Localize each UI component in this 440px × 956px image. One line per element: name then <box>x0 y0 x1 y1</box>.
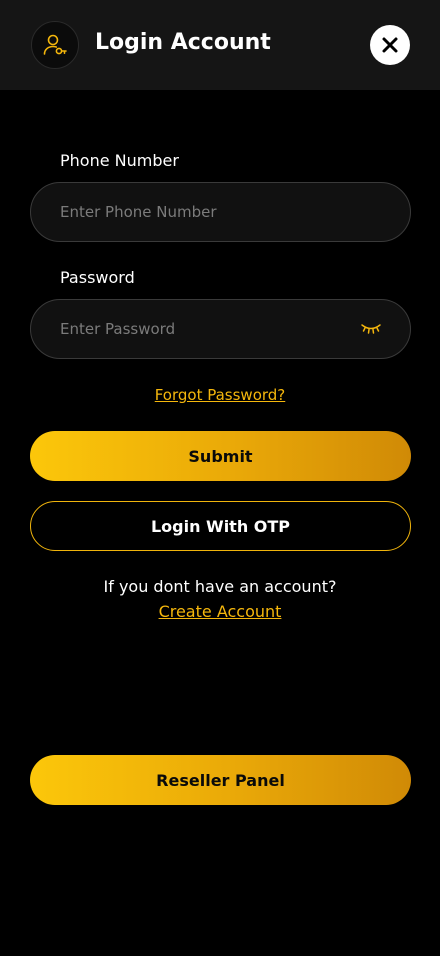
submit-button[interactable]: Submit <box>30 431 411 481</box>
signup-prompt-text: If you dont have an account? <box>103 577 337 596</box>
forgot-password-link[interactable]: Forgot Password? <box>0 384 440 406</box>
header-bar: Login Account <box>0 0 440 90</box>
close-icon <box>382 37 398 53</box>
password-visibility-toggle[interactable] <box>360 319 382 339</box>
phone-number-field-wrapper <box>30 182 411 242</box>
close-button[interactable] <box>370 25 410 65</box>
phone-number-input[interactable] <box>60 183 360 241</box>
password-label: Password <box>60 268 135 287</box>
eye-closed-icon <box>361 324 381 334</box>
phone-number-label: Phone Number <box>60 151 179 170</box>
create-account-link[interactable]: Create Account <box>0 601 440 623</box>
page-title: Login Account <box>95 30 271 55</box>
password-field-wrapper <box>30 299 411 359</box>
login-with-otp-button[interactable]: Login With OTP <box>30 501 411 551</box>
reseller-panel-button[interactable]: Reseller Panel <box>30 755 411 805</box>
password-input[interactable] <box>60 300 360 358</box>
user-key-icon <box>31 21 79 69</box>
